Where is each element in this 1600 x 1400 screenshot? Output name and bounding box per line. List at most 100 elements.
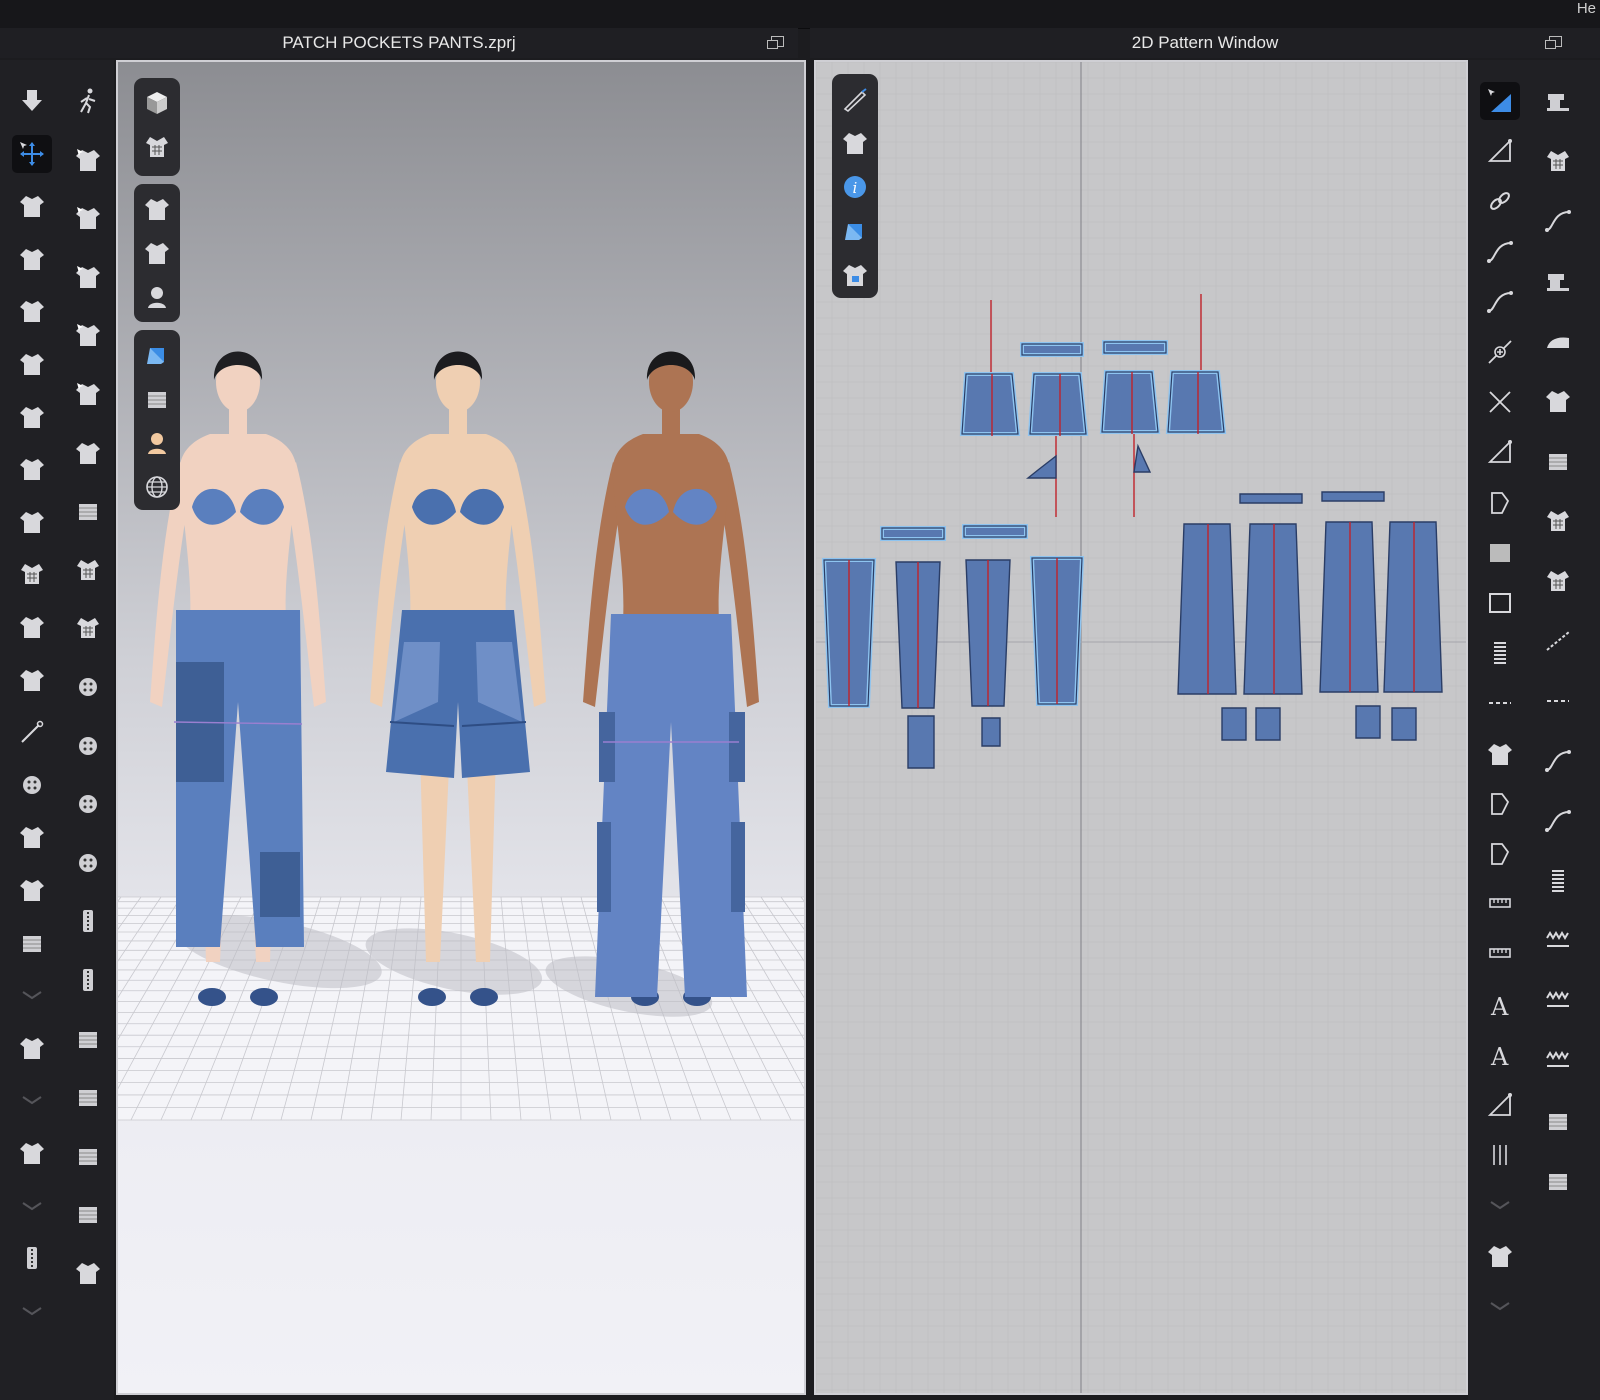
collapse-chevron-icon[interactable]	[12, 1292, 52, 1330]
avatar-head-icon[interactable]	[137, 278, 177, 316]
angle-icon[interactable]	[1480, 433, 1520, 471]
fabric-fold-icon[interactable]	[68, 492, 108, 530]
restore-window-icon[interactable]	[767, 36, 784, 49]
hanger-icon[interactable]	[68, 316, 108, 354]
waistband-piece[interactable]	[1321, 491, 1385, 502]
wide-pants-piece[interactable]	[1383, 521, 1443, 693]
pattern-copy-icon[interactable]	[1480, 735, 1520, 773]
fabric-square2-icon[interactable]	[68, 1195, 108, 1233]
edit-triangle-icon[interactable]	[1480, 132, 1520, 170]
flip-icon[interactable]	[1480, 1237, 1520, 1275]
stack-icon[interactable]	[1538, 1162, 1578, 1200]
button-tool-icon[interactable]	[12, 766, 52, 804]
collapse-chevron-icon[interactable]	[12, 1187, 52, 1225]
garment-drape-icon[interactable]	[12, 450, 52, 488]
tshirt-icon[interactable]	[137, 190, 177, 228]
pocket-piece[interactable]	[1221, 707, 1247, 741]
fold-icon[interactable]	[12, 871, 52, 909]
button-add-icon[interactable]	[68, 668, 108, 706]
fabric-roll-icon[interactable]	[68, 1020, 108, 1058]
avatar-walk-icon[interactable]	[68, 82, 108, 120]
zigzag-machine-icon[interactable]	[1538, 1042, 1578, 1080]
garment-expand-icon[interactable]	[12, 398, 52, 436]
fabric-roll2-icon[interactable]	[68, 1137, 108, 1175]
garment-shrink-icon[interactable]	[12, 345, 52, 383]
needle-icon[interactable]	[12, 713, 52, 751]
zipper-icon[interactable]	[68, 902, 108, 940]
notch-icon[interactable]	[1480, 785, 1520, 823]
collapse-chevron-icon[interactable]	[12, 1081, 52, 1119]
wave-line-icon[interactable]	[1538, 742, 1578, 780]
iron-icon[interactable]	[1538, 322, 1578, 360]
zipper-slider-icon[interactable]	[68, 961, 108, 999]
pen-tool-icon[interactable]	[835, 80, 875, 118]
cut-icon[interactable]	[1480, 383, 1520, 421]
tshirt-icon[interactable]	[835, 124, 875, 162]
spring-vertical-icon[interactable]	[1538, 862, 1578, 900]
skin-icon[interactable]	[137, 424, 177, 462]
ruler-horizontal-icon[interactable]	[1480, 935, 1520, 973]
sewing-machine-icon[interactable]	[1538, 82, 1578, 120]
dashed-rect-icon[interactable]	[1480, 684, 1520, 722]
dashed-line-icon[interactable]	[1538, 682, 1578, 720]
checker-shirt2-icon[interactable]	[1538, 562, 1578, 600]
collapse-chevron-icon[interactable]	[1480, 1287, 1520, 1325]
shorts-piece[interactable]	[959, 372, 1021, 436]
zigzag-icon[interactable]	[1538, 922, 1578, 960]
pin-garment-icon[interactable]	[12, 503, 52, 541]
fold-arrange-icon[interactable]	[68, 434, 108, 472]
pocket-piece[interactable]	[1355, 705, 1381, 739]
text-A-plain-icon[interactable]: A	[1480, 1036, 1520, 1074]
avatar-garment-icon[interactable]	[12, 661, 52, 699]
waistband-piece[interactable]	[1102, 340, 1168, 355]
restore-window-icon[interactable]	[1545, 36, 1562, 49]
topstitch-icon[interactable]	[12, 818, 52, 856]
tack-edit-icon[interactable]	[68, 199, 108, 237]
hanger-cross-icon[interactable]	[68, 375, 108, 413]
link-icon[interactable]	[1480, 182, 1520, 220]
pocket-piece[interactable]	[1255, 707, 1281, 741]
curve-point-icon[interactable]	[1480, 283, 1520, 321]
zipper-tag-icon[interactable]	[12, 1239, 52, 1277]
waistband-piece[interactable]	[962, 524, 1028, 539]
collapse-chevron-icon[interactable]	[1480, 1186, 1520, 1224]
rectangle-icon[interactable]	[1480, 584, 1520, 622]
seam-arc-icon[interactable]	[12, 1134, 52, 1172]
wide-pants-piece[interactable]	[1243, 523, 1303, 695]
marquee-select-icon[interactable]	[12, 240, 52, 278]
machine-wave-icon[interactable]	[1538, 802, 1578, 840]
shirt-grid-icon[interactable]	[137, 128, 177, 166]
text-A-icon[interactable]: A	[1480, 986, 1520, 1024]
tack-arrow-icon[interactable]	[68, 258, 108, 296]
box-view-icon[interactable]	[137, 84, 177, 122]
fabric-shade-icon[interactable]	[137, 380, 177, 418]
fabric-blue-icon[interactable]	[835, 212, 875, 250]
globe-icon[interactable]	[137, 468, 177, 506]
shorts-piece[interactable]	[1099, 370, 1161, 434]
measure-up-icon[interactable]	[12, 1029, 52, 1067]
shirt-lock-icon[interactable]	[835, 256, 875, 294]
plus-fabric-icon[interactable]	[1538, 1102, 1578, 1140]
button-icon[interactable]	[68, 727, 108, 765]
buttonhole-icon[interactable]	[68, 785, 108, 823]
grid-pin-icon[interactable]	[12, 555, 52, 593]
patch-piece[interactable]	[907, 715, 935, 769]
info-icon[interactable]: i	[835, 168, 875, 206]
shorts-piece[interactable]	[1027, 372, 1089, 436]
curve-icon[interactable]	[1480, 233, 1520, 271]
garment-fit-icon[interactable]	[12, 292, 52, 330]
patch-piece[interactable]	[981, 717, 1001, 747]
menu-help-label[interactable]: He	[1577, 0, 1596, 17]
garment-checker2-icon[interactable]	[68, 609, 108, 647]
lock-button-icon[interactable]	[68, 844, 108, 882]
garment-checker-icon[interactable]	[68, 551, 108, 589]
pentagon-icon[interactable]	[1480, 484, 1520, 522]
vertical-lines-icon[interactable]	[1480, 1136, 1520, 1174]
pattern2d-canvas[interactable]	[816, 62, 1466, 1393]
fold-piece-icon[interactable]	[1480, 835, 1520, 873]
wide-pants-piece[interactable]	[1177, 523, 1237, 695]
fabric-blue-icon[interactable]	[137, 336, 177, 374]
checker-shirt-icon[interactable]	[1538, 502, 1578, 540]
wide-pants-piece[interactable]	[1319, 521, 1379, 693]
waistband-piece[interactable]	[1239, 493, 1303, 504]
